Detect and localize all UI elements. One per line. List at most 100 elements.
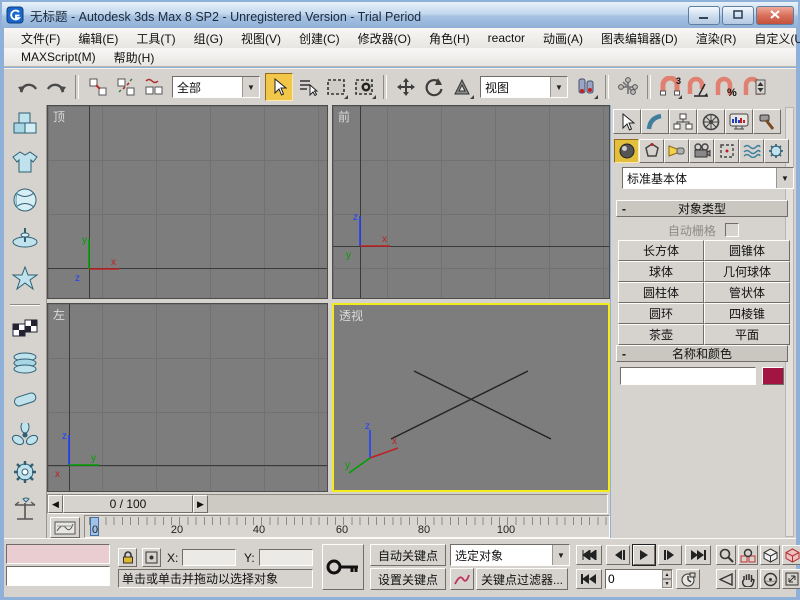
listener-input[interactable] (7, 567, 109, 585)
viewport-front[interactable]: 前 z x y (332, 105, 610, 299)
redo-icon[interactable] (43, 74, 69, 100)
menu-tools[interactable]: 工具(T) (127, 30, 184, 47)
button-sphere[interactable]: 球体 (618, 261, 704, 282)
button-geosphere[interactable]: 几何球体 (704, 261, 790, 282)
y-coordinate-input[interactable] (260, 550, 312, 565)
time-slider-next-button[interactable]: ▶ (193, 495, 208, 513)
menu-edit[interactable]: 编辑(E) (69, 30, 127, 47)
play-animation-button[interactable] (632, 544, 656, 566)
time-configuration-button[interactable] (676, 569, 700, 589)
gear-icon[interactable] (12, 460, 38, 487)
snaps-toggle-icon[interactable]: 3 (657, 74, 683, 100)
rollout-name-color-header[interactable]: - 名称和颜色 (616, 345, 788, 362)
capsule-icon[interactable] (11, 388, 39, 413)
select-and-manipulate-icon[interactable] (615, 74, 641, 100)
menu-group[interactable]: 组(G) (185, 30, 232, 47)
unlink-selection-icon[interactable] (113, 74, 139, 100)
field-of-view-icon[interactable] (716, 569, 736, 589)
go-to-start-button[interactable] (576, 545, 602, 565)
zoom-extents-icon[interactable] (760, 545, 780, 565)
use-pivot-point-center-icon[interactable] (573, 74, 599, 100)
button-teapot[interactable]: 茶壶 (618, 324, 704, 345)
previous-frame-button[interactable] (606, 545, 630, 565)
percent-snap-toggle-icon[interactable]: % (713, 74, 739, 100)
viewport-top[interactable]: 顶 y x z (47, 105, 328, 299)
viewport-left[interactable]: 左 z y x (47, 303, 328, 492)
select-and-scale-icon[interactable] (449, 74, 475, 100)
x-coordinate-input[interactable] (183, 550, 235, 565)
time-slider-handle[interactable]: 0 / 100 (63, 495, 193, 513)
menu-rendering[interactable]: 渲染(R) (687, 30, 746, 47)
default-in-out-tangent-icon[interactable] (450, 568, 474, 590)
time-slider[interactable]: ◀ 0 / 100 ▶ (47, 494, 608, 514)
tab-hierarchy[interactable] (669, 109, 697, 134)
next-frame-button[interactable] (658, 545, 682, 565)
button-cone[interactable]: 圆锥体 (704, 240, 790, 261)
subtab-space-warps[interactable] (739, 139, 764, 163)
tab-motion[interactable] (697, 109, 725, 134)
ball-icon[interactable] (12, 187, 38, 216)
select-and-move-icon[interactable] (393, 74, 419, 100)
subtab-shapes[interactable] (639, 139, 664, 163)
star-icon[interactable] (11, 265, 39, 294)
autogrid-checkbox[interactable] (725, 223, 740, 237)
rectangular-selection-region-icon[interactable] (323, 74, 349, 100)
set-key-button[interactable]: 设置关键点 (370, 568, 446, 590)
viewport-left-label[interactable]: 左 (53, 306, 65, 323)
x-coordinate-field[interactable] (182, 549, 236, 566)
time-slider-prev-button[interactable]: ◀ (48, 495, 63, 513)
cubes-primitive-icon[interactable] (11, 111, 39, 140)
arc-rotate-icon[interactable] (760, 569, 780, 589)
checker-boxes-icon[interactable] (11, 316, 39, 341)
tab-utilities[interactable] (753, 109, 781, 134)
subtab-geometry[interactable] (614, 139, 639, 163)
select-by-name-icon[interactable] (295, 74, 321, 100)
subtab-lights[interactable] (664, 139, 689, 163)
undo-icon[interactable] (15, 74, 41, 100)
macro-recorder-field[interactable] (6, 544, 110, 564)
spinning-top-icon[interactable] (11, 226, 39, 255)
menu-views[interactable]: 视图(V) (232, 30, 290, 47)
y-coordinate-field[interactable] (259, 549, 313, 566)
subtab-cameras[interactable] (689, 139, 714, 163)
menu-reactor[interactable]: reactor (479, 31, 534, 45)
menu-maxscript[interactable]: MAXScript(M) (12, 50, 105, 64)
viewport-perspective-label[interactable]: 透视 (339, 307, 363, 324)
subtab-helpers[interactable] (714, 139, 739, 163)
zoom-extents-all-icon[interactable] (782, 545, 800, 565)
viewport-top-label[interactable]: 顶 (53, 108, 65, 125)
menu-file[interactable]: 文件(F) (12, 30, 69, 47)
menu-create[interactable]: 创建(C) (290, 30, 349, 47)
current-frame-input[interactable] (606, 570, 656, 588)
angle-snap-toggle-icon[interactable] (685, 74, 711, 100)
subtab-systems[interactable] (764, 139, 789, 163)
selection-lock-toggle[interactable] (118, 548, 137, 567)
object-name-input[interactable] (621, 368, 755, 384)
selection-filter-dropdown[interactable]: 全部 ▼ (172, 76, 260, 98)
window-crossing-selection-icon[interactable] (351, 74, 377, 100)
pan-view-icon[interactable] (738, 569, 758, 589)
track-bar-ruler[interactable]: 0 20 40 60 80 100 (84, 515, 610, 538)
current-frame-field[interactable]: ▲▼ (605, 569, 673, 589)
viewport-perspective[interactable]: 透视 z x y (332, 303, 610, 492)
button-tube[interactable]: 管状体 (704, 282, 790, 303)
select-and-rotate-icon[interactable] (421, 74, 447, 100)
object-color-swatch[interactable] (762, 367, 784, 385)
menu-character[interactable]: 角色(H) (420, 30, 479, 47)
open-mini-curve-editor-button[interactable] (50, 517, 80, 538)
maxscript-mini-listener[interactable] (6, 566, 110, 586)
menu-modifiers[interactable]: 修改器(O) (349, 30, 420, 47)
frame-spinner[interactable]: ▲ ▼ (662, 570, 672, 588)
rollout-object-type-header[interactable]: - 对象类型 (616, 200, 788, 217)
tab-create[interactable] (613, 109, 641, 134)
menu-graph-editors[interactable]: 图表编辑器(D) (592, 30, 687, 47)
min-max-toggle-icon[interactable] (782, 569, 800, 589)
fan-blades-icon[interactable] (11, 420, 39, 450)
select-and-link-icon[interactable] (85, 74, 111, 100)
select-object-button[interactable] (265, 73, 293, 101)
zoom-all-icon[interactable] (738, 545, 758, 565)
cloth-shirt-icon[interactable] (11, 150, 39, 177)
tab-modify[interactable] (641, 109, 669, 134)
menu-animation[interactable]: 动画(A) (534, 30, 592, 47)
button-cylinder[interactable]: 圆柱体 (618, 282, 704, 303)
